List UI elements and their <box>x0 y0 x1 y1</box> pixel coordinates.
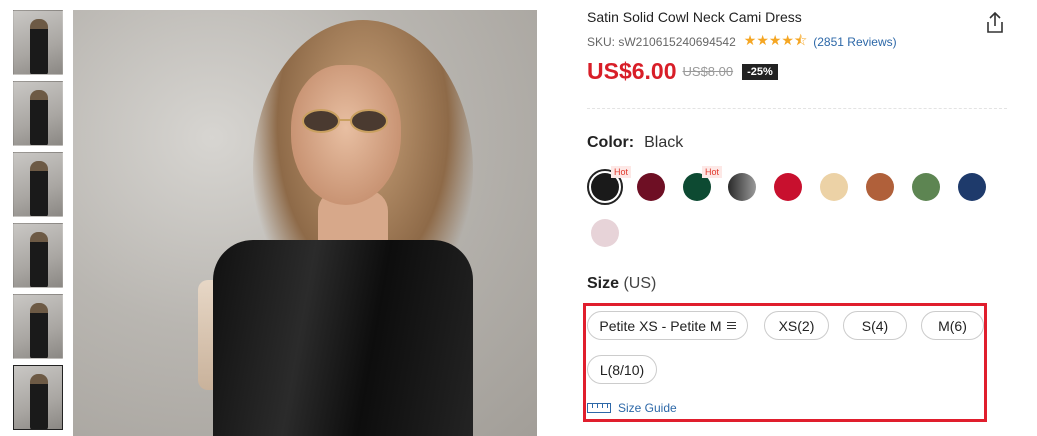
size-option-s[interactable]: S(4) <box>843 311 907 340</box>
thumbnail-list <box>13 10 63 436</box>
size-option-label: Petite XS - Petite M <box>599 317 722 334</box>
size-option-label: XS(2) <box>778 317 815 334</box>
hot-badge: Hot <box>611 166 632 178</box>
swatch-burgundy[interactable] <box>637 173 665 201</box>
size-option-xs[interactable]: XS(2) <box>764 311 829 340</box>
original-price: US$8.00 <box>682 64 734 79</box>
ruler-icon <box>587 403 611 413</box>
swatch-red[interactable] <box>774 173 802 201</box>
thumbnail-image <box>30 303 48 358</box>
swatch-pink[interactable] <box>591 219 619 247</box>
sku-text: SKU: sW210615240694542 <box>587 35 736 49</box>
price-row: US$6.00 US$8.00 -25% <box>587 58 778 85</box>
size-option-label: L(8/10) <box>599 361 645 378</box>
swatch-brown[interactable] <box>866 173 894 201</box>
photo-dress <box>213 240 473 436</box>
petite-icon <box>726 322 736 329</box>
thumbnail-image <box>30 161 48 216</box>
sku-rating-row: SKU: sW210615240694542 ★★★★⯪ (2851 Revie… <box>587 30 897 54</box>
hot-badge: Hot <box>702 166 723 178</box>
divider <box>587 108 1007 109</box>
thumbnail-image <box>30 90 48 145</box>
discount-badge: -25% <box>742 63 778 80</box>
size-option-l[interactable]: L(8/10) <box>587 355 657 384</box>
photo-face <box>291 65 401 205</box>
rating-stars-icon: ★★★★⯪ <box>743 32 808 48</box>
photo-sunglasses <box>302 109 388 133</box>
size-label-text: Size <box>587 275 620 292</box>
thumbnail-3[interactable] <box>13 152 63 217</box>
share-icon[interactable] <box>985 12 1005 34</box>
color-label-text: Color: <box>587 134 635 151</box>
swatch-champagne[interactable] <box>820 173 848 201</box>
size-option-m[interactable]: M(6) <box>921 311 984 340</box>
color-selected-value: Black <box>644 134 684 151</box>
swatch-green[interactable] <box>912 173 940 201</box>
thumbnail-4[interactable] <box>13 223 63 288</box>
swatch-grey-gradient[interactable] <box>728 173 756 201</box>
thumbnail-1[interactable] <box>13 10 63 75</box>
swatch-navy[interactable] <box>958 173 986 201</box>
size-option-petite[interactable]: Petite XS - Petite M <box>587 311 748 340</box>
size-option-label: M(6) <box>938 317 967 334</box>
size-guide-label: Size Guide <box>618 401 677 415</box>
thumbnail-5[interactable] <box>13 294 63 359</box>
thumbnail-image <box>30 232 48 287</box>
thumbnail-image <box>30 19 48 74</box>
sale-price: US$6.00 <box>587 58 677 84</box>
color-label: Color: Black <box>587 134 683 152</box>
size-guide-link[interactable]: Size Guide <box>587 401 677 415</box>
product-title: Satin Solid Cowl Neck Cami Dress <box>587 9 802 25</box>
thumbnail-6-selected[interactable] <box>13 365 63 430</box>
size-label: Size (US) <box>587 275 656 293</box>
size-unit: (US) <box>623 275 657 292</box>
size-option-label: S(4) <box>861 317 889 334</box>
main-product-image[interactable] <box>73 10 537 436</box>
thumbnail-image <box>30 374 48 429</box>
thumbnail-2[interactable] <box>13 81 63 146</box>
reviews-link[interactable]: (2851 Reviews) <box>813 35 896 49</box>
